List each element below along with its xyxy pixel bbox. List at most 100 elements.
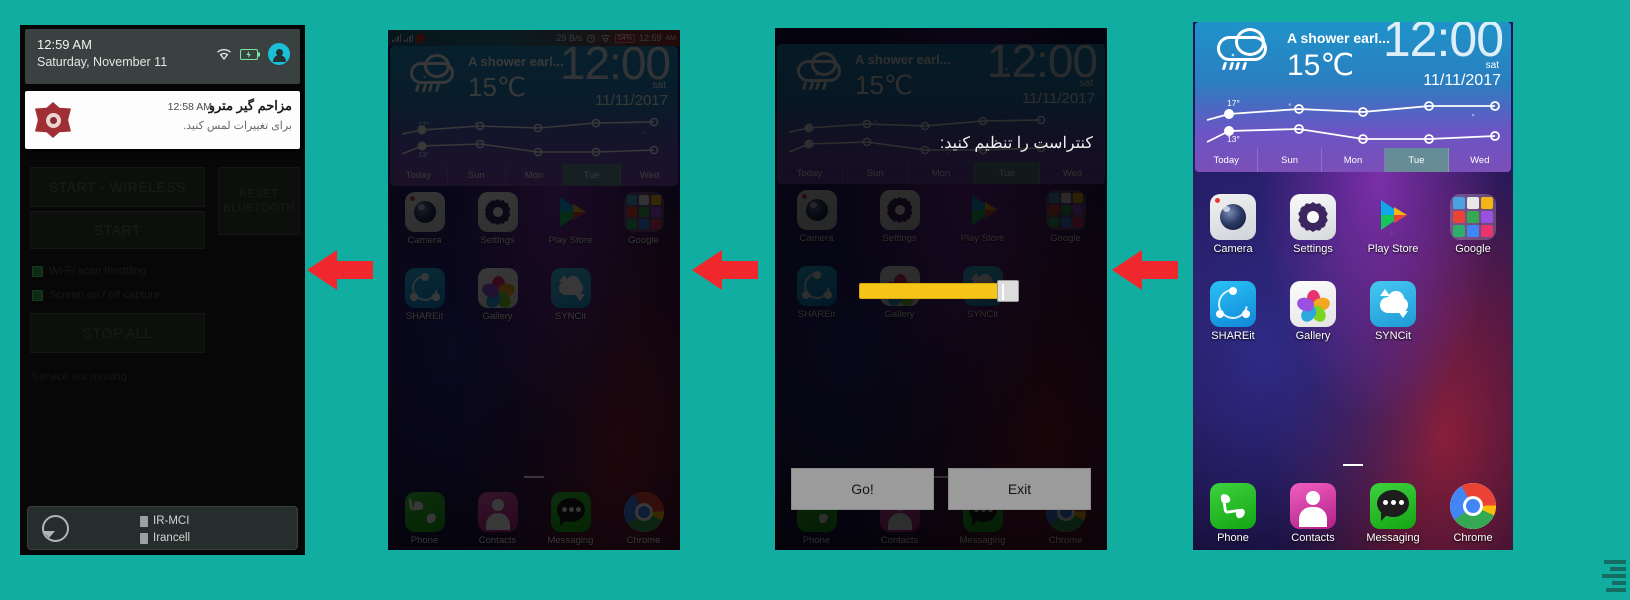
arrow-panel4-to-panel3 [1112, 250, 1178, 290]
start-button[interactable]: START [30, 211, 205, 249]
weather-day: Today [1195, 148, 1259, 172]
chrome-icon [623, 492, 664, 532]
battery-percent-badge: 54% [614, 33, 635, 43]
app-empty-slot [607, 268, 680, 322]
dock-messaging[interactable]: Messaging [534, 492, 607, 546]
stop-all-button[interactable]: STOP ALL [30, 313, 205, 353]
widget-date: 11/11/2017 [595, 92, 668, 109]
start-wireless-button[interactable]: START - WIRELESS [30, 167, 205, 207]
app-settings[interactable]: Settings [858, 190, 941, 244]
notification-time: 12:58 AM [167, 101, 212, 113]
status-bar-right: 29 B/s 54% 12:59 AM [556, 33, 676, 43]
play-store-icon [963, 190, 1003, 230]
weather-day: Today [390, 164, 448, 186]
shareit-icon [404, 268, 445, 308]
carrier-footer-bar[interactable]: IR-MCI Irancell [27, 506, 298, 550]
dock-phone[interactable]: Phone [388, 492, 461, 546]
app-play-store[interactable]: Play Store [941, 190, 1024, 244]
dock-label: Phone [802, 535, 831, 546]
app-shareit[interactable]: SHAREit [388, 268, 461, 322]
dock-label: Chrome [1453, 532, 1493, 544]
google-folder-icon [1450, 194, 1496, 240]
app-play-store[interactable]: Play Store [534, 192, 607, 246]
app-label: Camera [1213, 243, 1253, 255]
dock-label: Chrome [626, 535, 661, 546]
weather-day: Mon [909, 162, 975, 184]
dock-contacts[interactable]: Contacts [1273, 483, 1353, 544]
dock-chrome[interactable]: Chrome [607, 492, 680, 546]
app-label: Gallery [884, 309, 915, 320]
signal-bars-icon [404, 34, 413, 42]
app-syncit[interactable]: SYNCit [534, 268, 607, 322]
arrow-head [307, 250, 337, 290]
dimmed-background-app: START - WIRELESS RESET BLUETOOTH START W… [20, 153, 305, 555]
dock-label: Contacts [1291, 532, 1335, 544]
screenshot-stage: START - WIRELESS RESET BLUETOOTH START W… [0, 0, 1630, 600]
checkbox-icon [32, 289, 43, 301]
app-syncit[interactable]: SYNCit [1353, 281, 1433, 342]
checkbox-wifi-throttling[interactable]: Wi-Fi scan throttling [32, 265, 146, 277]
account-avatar-icon[interactable] [268, 43, 290, 65]
app-row-1: Camera Settings Play Store Google [1193, 194, 1513, 255]
app-shareit[interactable]: SHAREit [1193, 281, 1273, 342]
dock-messaging[interactable]: Messaging [1353, 483, 1433, 544]
app-row-2: SHAREit Gallery SYNCit [1193, 281, 1513, 342]
signal-bars-icon [392, 34, 401, 42]
dock-chrome[interactable]: Chrome [1433, 483, 1513, 544]
chrome-icon [1450, 483, 1496, 529]
notification-card[interactable]: 12:58 AM مزاحم گیر مترو برای تغییرات لمس… [25, 91, 300, 149]
weather-description: A shower earl... [468, 54, 564, 69]
checkbox-screen-capture[interactable]: Screen on / off capture [32, 289, 160, 301]
app-gallery[interactable]: Gallery [461, 268, 534, 322]
cloud-top [424, 54, 450, 78]
dock-label: Phone [410, 535, 439, 546]
camera-icon [1210, 194, 1256, 240]
app-shareit[interactable]: SHAREit [775, 266, 858, 320]
carrier-label: IR-MCI [153, 515, 190, 527]
app-google-folder[interactable]: Google [607, 192, 680, 246]
checkbox-icon [32, 265, 43, 277]
slider-thumb[interactable] [997, 280, 1019, 302]
app-label: Play Store [548, 235, 593, 246]
weather-widget[interactable]: A shower earl... 15℃ 12:00 sat 11/11/201… [390, 46, 678, 186]
app-camera[interactable]: Camera [1193, 194, 1273, 255]
weather-day: Sun [448, 164, 506, 186]
dock-phone[interactable]: Phone [1193, 483, 1273, 544]
shade-time: 12:59 AM [37, 37, 92, 52]
checkbox-label: Screen on / off capture [49, 289, 161, 301]
play-store-icon [1370, 194, 1416, 240]
app-label: SHAREit [797, 309, 836, 320]
status-bar-meridiem: AM [665, 34, 677, 42]
gallery-icon [477, 268, 518, 308]
arrow-head [692, 250, 722, 290]
service-status-note: Service not running [32, 371, 127, 383]
app-settings[interactable]: Settings [1273, 194, 1353, 255]
app-gallery[interactable]: Gallery [1273, 281, 1353, 342]
weather-widget[interactable]: A shower earl... 15℃ 12:00 sat 11/11/201… [1195, 22, 1511, 172]
go-button[interactable]: Go! [791, 468, 934, 510]
app-google-folder[interactable]: Google [1024, 190, 1107, 244]
reset-bluetooth-button[interactable]: RESET BLUETOOTH [218, 167, 300, 235]
exit-button[interactable]: Exit [948, 468, 1091, 510]
google-folder-icon [1045, 190, 1086, 230]
app-play-store[interactable]: Play Store [1353, 194, 1433, 255]
app-row-1: Camera Settings Play Store Google [388, 192, 680, 246]
shade-system-icons [216, 43, 290, 65]
rotate-refresh-icon[interactable] [42, 515, 69, 542]
app-settings[interactable]: Settings [461, 192, 534, 246]
app-google-folder[interactable]: Google [1433, 194, 1513, 255]
app-label: Camera [407, 235, 442, 246]
app-camera[interactable]: Camera [775, 190, 858, 244]
weather-day-highlighted: Tue [974, 162, 1041, 184]
dock-contacts[interactable]: Contacts [461, 492, 534, 546]
homescreen: A shower earl... 15℃ 12:00 sat 11/11/201… [1193, 22, 1513, 550]
shade-date: Saturday, November 11 [37, 55, 168, 69]
network-speed-label: 29 B/s [556, 33, 582, 43]
app-camera[interactable]: Camera [388, 192, 461, 246]
app-label: Google [628, 235, 659, 246]
slider-track-fill [859, 283, 1011, 299]
checkbox-label: Wi-Fi scan throttling [49, 265, 147, 277]
homescreen: 29 B/s 54% 12:59 AM A shower earl... 15℃… [388, 30, 680, 550]
contrast-slider[interactable] [859, 280, 1029, 302]
camera-icon [796, 190, 837, 230]
